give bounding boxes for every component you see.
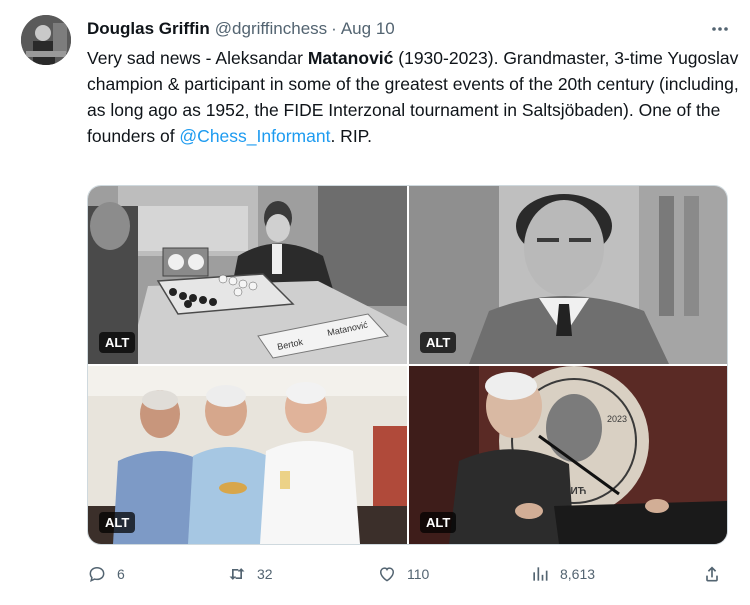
media-grid: Bertok Matanović ALT ALT ALT 2023 ALT [87, 185, 728, 545]
avatar[interactable] [21, 15, 71, 65]
action-bar: 6 32 110 8,613 [87, 560, 728, 590]
more-options-button[interactable] [702, 17, 730, 41]
tweet-text-part1: Very sad news - Aleksandar [87, 48, 308, 68]
reply-icon [89, 566, 105, 583]
share-button[interactable] [702, 564, 722, 584]
views-icon [533, 567, 548, 581]
like-count: 110 [407, 566, 430, 582]
alt-badge[interactable]: ALT [420, 512, 457, 533]
author-handle[interactable]: @dgriffinchess [215, 19, 327, 39]
tweet: Douglas Griffin @dgriffinchess · Aug 10 … [0, 0, 750, 605]
alt-badge[interactable]: ALT [99, 512, 136, 533]
tweet-header: Douglas Griffin @dgriffinchess · Aug 10 [87, 17, 730, 41]
views-button[interactable]: 8,613 [530, 564, 595, 584]
tweet-text-part3: . RIP. [330, 126, 372, 146]
share-icon [706, 566, 718, 582]
more-icon [712, 27, 728, 31]
retweet-icon [229, 568, 245, 580]
photo-chess-game[interactable]: Bertok Matanović ALT [88, 186, 407, 364]
alt-badge[interactable]: ALT [420, 332, 457, 353]
tweet-text: Very sad news - Aleksandar Matanović (19… [87, 45, 742, 149]
author-name[interactable]: Douglas Griffin [87, 19, 210, 39]
photo-portrait[interactable]: ALT [409, 186, 727, 364]
heart-icon [379, 567, 395, 582]
reply-count: 6 [117, 566, 125, 582]
like-button[interactable]: 110 [377, 564, 429, 584]
reply-button[interactable]: 6 [87, 564, 125, 584]
separator-dot: · [331, 19, 337, 38]
alt-badge[interactable]: ALT [99, 332, 136, 353]
tweet-text-bold-name: Matanović [307, 48, 394, 68]
retweet-button[interactable]: 32 [227, 564, 273, 584]
mention-link[interactable]: @Chess_Informant [179, 126, 330, 146]
tweet-date[interactable]: Aug 10 [341, 19, 395, 39]
photo-speaker[interactable]: 2023 ГАНГОРИЋ ALT [409, 366, 727, 544]
views-count: 8,613 [560, 566, 596, 582]
retweet-count: 32 [257, 566, 273, 582]
photo-three-men[interactable]: ALT [88, 366, 407, 544]
poster-year: 2023 [607, 414, 627, 424]
